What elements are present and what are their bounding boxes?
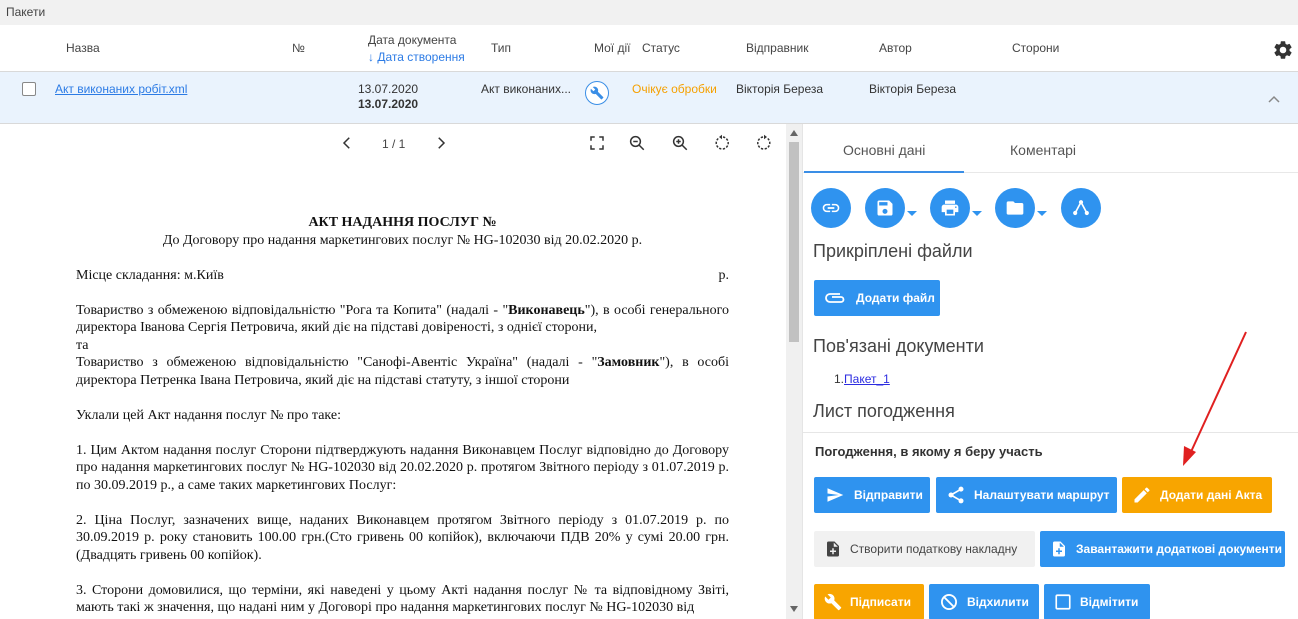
gear-icon[interactable] (1272, 39, 1294, 61)
file-add-icon (827, 541, 839, 557)
add-file-button[interactable]: Додати файл (814, 280, 940, 316)
doc-title: АКТ НАДАННЯ ПОСЛУГ № (308, 215, 497, 230)
doc-paragraph-1: 1. Цим Актом надання послуг Сторони підт… (76, 442, 729, 493)
folder-icon (1006, 201, 1024, 215)
row-author: Вікторія Береза (869, 82, 957, 96)
rotate-right-icon[interactable] (755, 134, 773, 152)
doc-place-suffix: р. (718, 267, 730, 283)
scroll-up-arrow-icon[interactable] (790, 130, 798, 136)
scrollbar-thumb[interactable] (789, 142, 799, 342)
add-act-data-button[interactable]: Додати дані Акта (1122, 477, 1272, 513)
app-window: Пакети Назва № Дата документа ↓ Дата ств… (0, 0, 1298, 619)
col-parties[interactable]: Сторони (1012, 41, 1059, 55)
col-number[interactable]: № (292, 41, 305, 55)
attached-files-title: Прикріплені файли (813, 241, 973, 261)
table-header: Назва № Дата документа ↓ Дата створення … (0, 25, 1298, 72)
paperclip-icon (825, 293, 845, 303)
viewer-scrollbar[interactable] (786, 124, 802, 619)
doc-place: Місце складання: м.Київ р. (76, 267, 729, 285)
link-button[interactable] (811, 188, 851, 228)
tab-comments[interactable]: Коментарі (1010, 142, 1076, 158)
print-button[interactable] (930, 188, 970, 228)
col-status[interactable]: Статус (642, 41, 680, 55)
doc-and: та (76, 337, 89, 353)
chevron-right-icon[interactable] (432, 134, 450, 152)
tab-main-data[interactable]: Основні дані (843, 142, 925, 158)
col-name[interactable]: Назва (66, 41, 100, 55)
print-icon (941, 200, 959, 216)
packages-header: Пакети (0, 0, 1298, 25)
chevron-up-icon[interactable] (1268, 94, 1280, 104)
send-button[interactable]: Відправити (814, 477, 930, 513)
zoom-out-icon[interactable] (628, 134, 646, 152)
add-file-label: Додати файл (856, 291, 935, 305)
folder-dropdown-caret-icon[interactable] (1037, 211, 1047, 216)
save-icon (877, 200, 893, 216)
document-viewer: 1 / 1 АКТ НАДАННЯ ПОСЛУГ № До Договору п… (0, 124, 786, 619)
status-badge: Очікує обробки (632, 82, 717, 96)
pencil-icon (1134, 487, 1150, 503)
packages-title: Пакети (6, 5, 46, 19)
fullscreen-icon[interactable] (588, 134, 606, 152)
row-dates: 13.07.2020 13.07.2020 (358, 82, 418, 112)
row-doc-date: 13.07.2020 (358, 82, 419, 96)
upload-additional-docs-button[interactable]: Завантажити додаткові документи (1040, 531, 1285, 567)
doc-place-label: Місце складання: м.Київ (76, 267, 224, 283)
col-doc-date[interactable]: Дата документа (368, 32, 465, 49)
block-icon (941, 594, 957, 610)
doc-paragraph-3: 3. Сторони домовилися, що терміни, які н… (76, 582, 729, 616)
print-dropdown-caret-icon[interactable] (972, 211, 982, 216)
col-created-date-sort[interactable]: ↓ Дата створення (368, 49, 465, 66)
chevron-left-icon[interactable] (338, 134, 356, 152)
route-graph-button[interactable] (1061, 188, 1101, 228)
folder-button[interactable] (995, 188, 1035, 228)
doc-paragraph-2: 2. Ціна Послуг, зазначених вище, наданих… (76, 512, 729, 563)
page-indicator: 1 / 1 (382, 137, 406, 151)
create-tax-invoice-button[interactable]: Створити податкову накладну (814, 531, 1035, 567)
save-button[interactable] (865, 188, 905, 228)
col-dates: Дата документа ↓ Дата створення (368, 32, 465, 66)
related-doc-link[interactable]: Пакет_1 (844, 372, 890, 386)
row-type: Акт виконаних... (481, 82, 571, 96)
participation-title: Погодження, в якому я беру участь (815, 444, 1043, 459)
sign-button[interactable]: Підписати (814, 584, 924, 619)
checkbox-outline-icon (1055, 594, 1071, 610)
row-created-date: 13.07.2020 (358, 97, 419, 111)
related-docs-title: Пов'язані документи (813, 336, 984, 356)
rotate-left-icon[interactable] (713, 134, 731, 152)
col-type[interactable]: Тип (491, 41, 511, 55)
share-icon (948, 486, 964, 504)
reject-button[interactable]: Відхилити (929, 584, 1039, 619)
col-my-actions[interactable]: Мої дії (594, 41, 630, 55)
row-checkbox[interactable] (22, 82, 36, 96)
approval-sheet-title: Лист погодження (813, 401, 955, 421)
mark-button[interactable]: Відмітити (1044, 584, 1150, 619)
share-graph-icon (1073, 200, 1089, 216)
file-upload-icon (1053, 541, 1065, 557)
send-icon (827, 488, 844, 502)
table-row[interactable]: Акт виконаних робіт.xml 13.07.2020 13.07… (0, 72, 1298, 124)
doc-paragraph-intro: Уклали цей Акт надання послуг № про таке… (76, 407, 341, 423)
configure-route-button[interactable]: Налаштувати маршрут (936, 477, 1117, 513)
wrench-icon[interactable] (585, 81, 609, 105)
doc-party-2: Товариство з обмеженою відповідальністю … (76, 355, 729, 388)
annotation-arrow-icon (1183, 331, 1247, 466)
row-sender: Вікторія Береза (736, 82, 824, 96)
document-page: АКТ НАДАННЯ ПОСЛУГ № До Договору про над… (76, 214, 729, 617)
save-dropdown-caret-icon[interactable] (907, 211, 917, 216)
doc-subtitle: До Договору про надання маркетингових по… (162, 232, 643, 248)
link-icon (822, 203, 840, 213)
panel-tabs: Основні дані Коментарі (803, 124, 1298, 173)
document-name-link[interactable]: Акт виконаних робіт.xml (55, 82, 187, 96)
active-tab-indicator (804, 171, 964, 173)
wrench-icon (824, 593, 842, 611)
doc-party-1: Товариство з обмеженою відповідальністю … (76, 302, 729, 336)
viewer-toolbar: 1 / 1 (0, 124, 786, 162)
col-sender[interactable]: Відправник (746, 41, 808, 55)
col-author[interactable]: Автор (879, 41, 912, 55)
zoom-in-icon[interactable] (671, 134, 689, 152)
scroll-down-arrow-icon[interactable] (790, 606, 798, 612)
related-doc-item: 1.Пакет_1 (834, 372, 890, 386)
